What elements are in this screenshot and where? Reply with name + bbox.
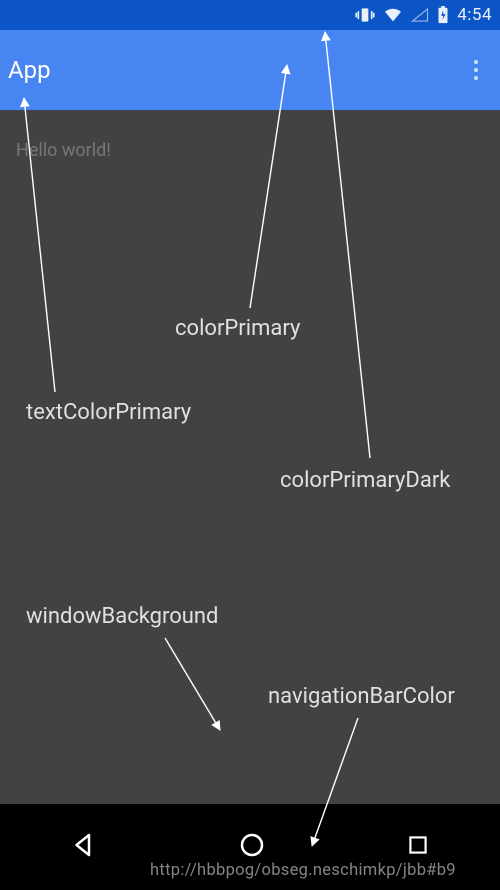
- nav-recent-icon[interactable]: [405, 832, 431, 862]
- vibrate-icon: [355, 5, 375, 25]
- label-colorPrimary: colorPrimary: [175, 316, 300, 341]
- status-clock: 4:54: [457, 5, 492, 25]
- watermark-text: http://hbbpog/obseg.neschimkp/jbb#b9: [150, 861, 456, 880]
- window-background: Hello world! colorPrimary textColorPrima…: [0, 110, 500, 804]
- label-windowBackground: windowBackground: [26, 604, 218, 629]
- label-textColorPrimary: textColorPrimary: [26, 400, 191, 425]
- nav-home-icon[interactable]: [237, 830, 267, 864]
- app-bar: App: [0, 30, 500, 110]
- wifi-icon: [383, 7, 403, 23]
- battery-charging-icon: [437, 6, 449, 24]
- signal-icon: [411, 7, 429, 23]
- overflow-menu-icon[interactable]: [464, 50, 488, 90]
- hello-text: Hello world!: [16, 140, 111, 161]
- label-colorPrimaryDark: colorPrimaryDark: [280, 468, 450, 493]
- nav-back-icon[interactable]: [69, 830, 99, 864]
- app-title: App: [8, 56, 51, 84]
- status-bar: 4:54: [0, 0, 500, 30]
- phone-frame: 4:54 App Hello world! colorPrimary textC…: [0, 0, 500, 890]
- label-navigationBarColor: navigationBarColor: [268, 684, 455, 709]
